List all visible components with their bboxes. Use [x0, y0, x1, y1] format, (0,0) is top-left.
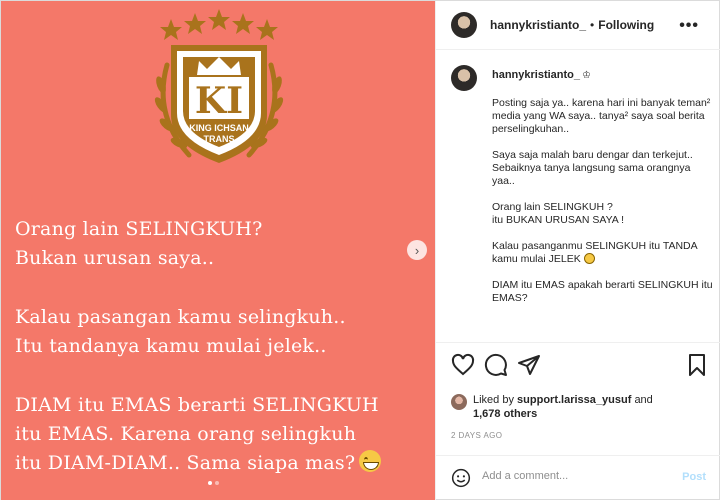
slide-paragraph-3: DIAM itu EMAS berarti SELINGKUH itu EMAS… [15, 391, 382, 478]
post-frame: KI KING ICHSAN TRANS Orang lain SELINGKU… [0, 0, 720, 500]
slide-paragraph-2: Kalau pasangan kamu selingkuh.. Itu tand… [15, 306, 346, 357]
header-separator: • [590, 18, 595, 32]
post-timestamp[interactable]: 2 DAYS AGO [451, 431, 502, 440]
next-slide-button[interactable]: › [407, 240, 427, 260]
author-avatar[interactable] [451, 12, 477, 38]
post-side-panel: hannykristianto_ • Following ••• hannykr… [435, 1, 720, 500]
slide-paragraph-3-line1: DIAM itu EMAS berarti SELINGKUH [15, 394, 379, 416]
crown-badge-icon: ♔ [582, 70, 591, 81]
caption-author-avatar[interactable] [451, 65, 477, 91]
grinning-sweat-emoji-icon [359, 450, 382, 472]
carousel-dot [215, 481, 219, 485]
following-button[interactable]: Following [598, 18, 654, 32]
comment-bar: Post [436, 455, 720, 500]
carousel-indicator [208, 481, 219, 485]
liked-by-summary: Liked by support.larissa_yusuf and 1,678… [451, 393, 653, 421]
caption-text: Posting saja ya.. karena hari ini banyak… [492, 97, 714, 305]
author-username[interactable]: hannykristianto_ [490, 18, 586, 32]
more-options-icon[interactable]: ••• [679, 17, 699, 35]
comment-input[interactable] [482, 470, 672, 482]
king-ichsan-trans-logo: KI KING ICHSAN TRANS [154, 9, 284, 163]
post-actions [451, 353, 711, 383]
liked-and: and [634, 394, 653, 406]
caption-text-part2: DIAM itu EMAS apakah berarti SELINGKUH i… [492, 279, 713, 304]
post-media[interactable]: KI KING ICHSAN TRANS Orang lain SELINGKU… [1, 1, 435, 500]
slide-paragraph-3-line3: itu DIAM-DIAM.. Sama siapa mas? [15, 452, 356, 474]
caption-text-part1: Posting saja ya.. karena hari ini banyak… [492, 97, 711, 265]
like-heart-icon[interactable] [451, 353, 475, 377]
likes-count-link[interactable]: 1,678 others [473, 408, 537, 420]
logo-monogram: KI [195, 80, 243, 122]
save-bookmark-icon[interactable] [685, 353, 709, 377]
slide-paragraph-3-line2: itu EMAS. Karena orang selingkuh [15, 423, 357, 445]
liked-by-text: Liked by support.larissa_yusuf and 1,678… [473, 393, 653, 421]
carousel-dot-active [208, 481, 212, 485]
emoji-picker-icon[interactable] [451, 468, 471, 488]
grimacing-emoji-icon [583, 253, 595, 264]
logo-text-line1: KING ICHSAN [189, 123, 249, 133]
caption-scroll-area[interactable]: hannykristianto_ ♔ Posting saja ya.. kare… [436, 51, 720, 343]
comment-icon[interactable] [484, 353, 508, 377]
liked-user-link[interactable]: support.larissa_yusuf [517, 394, 631, 406]
liked-prefix: Liked by [473, 394, 514, 406]
share-icon[interactable] [517, 353, 541, 377]
post-header: hannykristianto_ • Following ••• [436, 1, 720, 50]
post-comment-button[interactable]: Post [682, 471, 706, 483]
logo-text-line2: TRANS [204, 134, 235, 144]
liker-avatar[interactable] [451, 394, 467, 410]
chevron-right-icon: › [414, 242, 420, 258]
slide-paragraph-1: Orang lain SELINGKUH? Bukan urusan saya.… [15, 218, 263, 269]
caption-username[interactable]: hannykristianto_ ♔ [492, 69, 591, 81]
caption-username-text[interactable]: hannykristianto_ [492, 69, 580, 81]
